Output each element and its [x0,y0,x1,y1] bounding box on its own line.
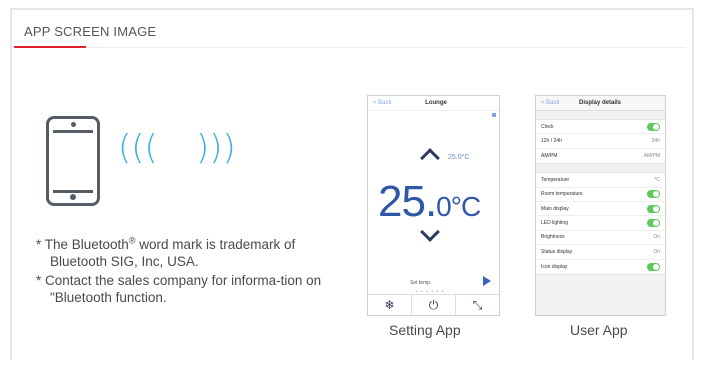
temp-integer: 25. [378,177,437,226]
back-button[interactable]: < Back [536,100,575,106]
setting-label: Clock [541,123,554,130]
setting-label: 12h / 24h [541,138,562,145]
bottom-toolbar: ❄ ⏻ ⤡ [368,294,499,315]
setting-value: On [653,234,660,241]
notes: * The Bluetooth® word mark is trademark … [36,236,346,308]
title-divider [86,46,686,48]
menu-icon[interactable] [492,113,496,117]
top-bar: < Back Display details [536,96,665,111]
section-title: APP SCREEN IMAGE [24,24,157,39]
chevron-up-icon[interactable] [420,148,440,168]
signal-wave-right-icon: ))) [196,128,236,168]
note-text: * The Bluetooth [36,237,129,252]
setting-row[interactable]: Icon display [536,260,665,274]
home-button-dot [70,194,76,200]
toggle-switch[interactable] [647,262,660,271]
setting-label: AM/PM [541,152,558,159]
settings-group-2: Temperature °C Room temperature Main disp… [536,172,665,275]
set-temp-readout: 25.0°C [448,154,470,161]
setting-row[interactable]: LED lighting [536,216,665,231]
setting-label: Temperature [541,176,570,183]
phone-screen [53,130,93,193]
top-bar: < Back Lounge [368,96,499,111]
setting-value: On [653,248,660,255]
play-icon[interactable] [483,276,491,286]
temp-unit: °C [450,191,481,222]
note-contact: * Contact the sales company for informa-… [36,273,322,305]
setting-row[interactable]: 12h / 24h 24h [536,134,665,149]
setting-label: Brightness [541,234,565,241]
signal-wave-left-icon: ((( [118,128,158,168]
setting-row[interactable]: Room temperature [536,188,665,202]
setting-row[interactable]: AM/PM AM/PM [536,149,665,163]
setting-label: Main display [541,205,569,212]
setting-app-caption: Setting App [389,322,461,338]
back-button[interactable]: < Back [368,100,409,106]
screen-title: Display details [579,100,622,106]
toggle-switch[interactable] [647,190,660,199]
setting-row[interactable]: Clock [536,120,665,135]
setting-label: Room temperature [541,191,583,198]
screen-title: Lounge [425,100,447,106]
setting-row[interactable]: Brightness On [536,231,665,246]
setting-value: 24h [651,138,660,145]
setting-row[interactable]: Main display [536,202,665,217]
power-icon[interactable]: ⏻ [412,295,456,315]
toggle-switch[interactable] [647,122,660,131]
user-app-screenshot: < Back Display details Clock 12h / 24h 24… [535,95,666,316]
smartphone-icon [46,116,100,206]
expand-icon[interactable]: ⤡ [456,295,499,315]
set-temp-label: Set temp. [410,280,432,286]
title-underline [14,46,86,48]
fan-icon[interactable]: ❄ [368,295,412,315]
setting-value: AM/PM [643,152,660,159]
toggle-switch[interactable] [647,219,660,228]
user-app-caption: User App [570,322,628,338]
setting-app-screenshot: < Back Lounge 25.0°C 25.0°C Set temp. • … [367,95,500,316]
setting-label: Icon display [541,263,568,270]
setting-label: LED lighting [541,220,568,227]
setting-label: Status display [541,248,573,255]
settings-group-1: Clock 12h / 24h 24h AM/PM AM/PM [536,119,665,165]
setting-value: °C [654,176,660,183]
temp-decimal: 0 [436,191,452,222]
camera-dot [71,122,76,127]
note-trademark: * The Bluetooth® word mark is trademark … [36,236,346,270]
setting-row[interactable]: Status display On [536,245,665,260]
toggle-switch[interactable] [647,204,660,213]
setting-row[interactable]: Temperature °C [536,173,665,188]
